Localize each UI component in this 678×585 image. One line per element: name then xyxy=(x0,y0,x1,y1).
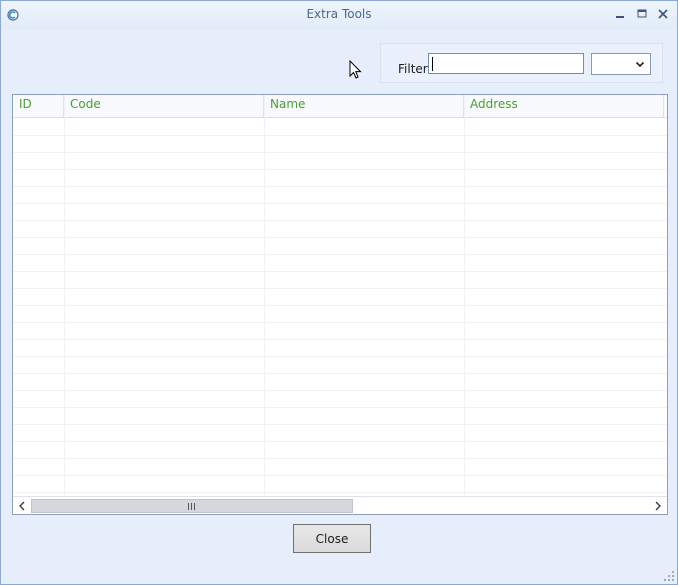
empty-grid-row xyxy=(13,441,667,459)
window-title: Extra Tools xyxy=(306,7,372,21)
mouse-pointer-icon xyxy=(349,60,362,79)
horizontal-scrollbar[interactable] xyxy=(13,496,667,514)
empty-grid-row xyxy=(13,220,667,238)
empty-grid-row xyxy=(13,271,667,289)
empty-grid-row xyxy=(13,169,667,187)
empty-grid-row xyxy=(13,254,667,272)
column-header-code[interactable]: Code xyxy=(64,95,264,117)
empty-grid-row xyxy=(13,237,667,255)
chevron-left-icon xyxy=(19,501,25,511)
empty-grid-row xyxy=(13,288,667,306)
grid-header: ID Code Name Address xyxy=(13,95,667,118)
empty-grid-row xyxy=(13,118,667,136)
column-header-id[interactable]: ID xyxy=(13,95,64,117)
scroll-right-button[interactable] xyxy=(650,498,666,514)
minimize-button[interactable] xyxy=(612,6,628,22)
empty-grid-row xyxy=(13,458,667,476)
resize-grip-icon[interactable] xyxy=(664,571,674,581)
empty-grid-row xyxy=(13,475,667,493)
scroll-thumb[interactable] xyxy=(31,499,353,513)
empty-grid-row xyxy=(13,407,667,425)
empty-grid-row xyxy=(13,356,667,374)
filter-panel: Filter xyxy=(380,43,663,83)
close-button[interactable]: Close xyxy=(293,524,371,553)
grip-icon xyxy=(188,503,195,510)
chevron-right-icon xyxy=(655,501,661,511)
minimize-icon xyxy=(616,16,624,18)
column-divider xyxy=(64,95,65,496)
column-divider xyxy=(464,95,465,496)
empty-grid-row xyxy=(13,152,667,170)
text-caret xyxy=(432,57,433,71)
empty-grid-row xyxy=(13,203,667,221)
maximize-button[interactable] xyxy=(634,6,650,22)
filter-input[interactable] xyxy=(428,53,584,74)
empty-grid-row xyxy=(13,135,667,153)
column-divider xyxy=(264,95,265,496)
empty-grid-row xyxy=(13,305,667,323)
column-header-name[interactable]: Name xyxy=(264,95,464,117)
empty-grid-row xyxy=(13,339,667,357)
chevron-down-icon xyxy=(635,61,645,68)
close-icon xyxy=(658,9,668,19)
extra-tools-window: Extra Tools Filter ID Code Name Address … xyxy=(0,0,678,585)
title-bar[interactable]: Extra Tools xyxy=(1,1,677,29)
close-window-button[interactable] xyxy=(655,6,671,22)
empty-grid-row xyxy=(13,186,667,204)
empty-grid-row xyxy=(13,322,667,340)
empty-grid-row xyxy=(13,373,667,391)
filter-column-select[interactable] xyxy=(591,53,651,75)
data-grid[interactable]: ID Code Name Address xyxy=(12,94,668,515)
grid-body xyxy=(13,118,667,496)
column-header-address[interactable]: Address xyxy=(464,95,664,117)
filter-label: Filter xyxy=(398,62,428,76)
maximize-icon xyxy=(637,9,647,18)
empty-grid-row xyxy=(13,424,667,442)
scroll-left-button[interactable] xyxy=(14,498,30,514)
empty-grid-row xyxy=(13,390,667,408)
